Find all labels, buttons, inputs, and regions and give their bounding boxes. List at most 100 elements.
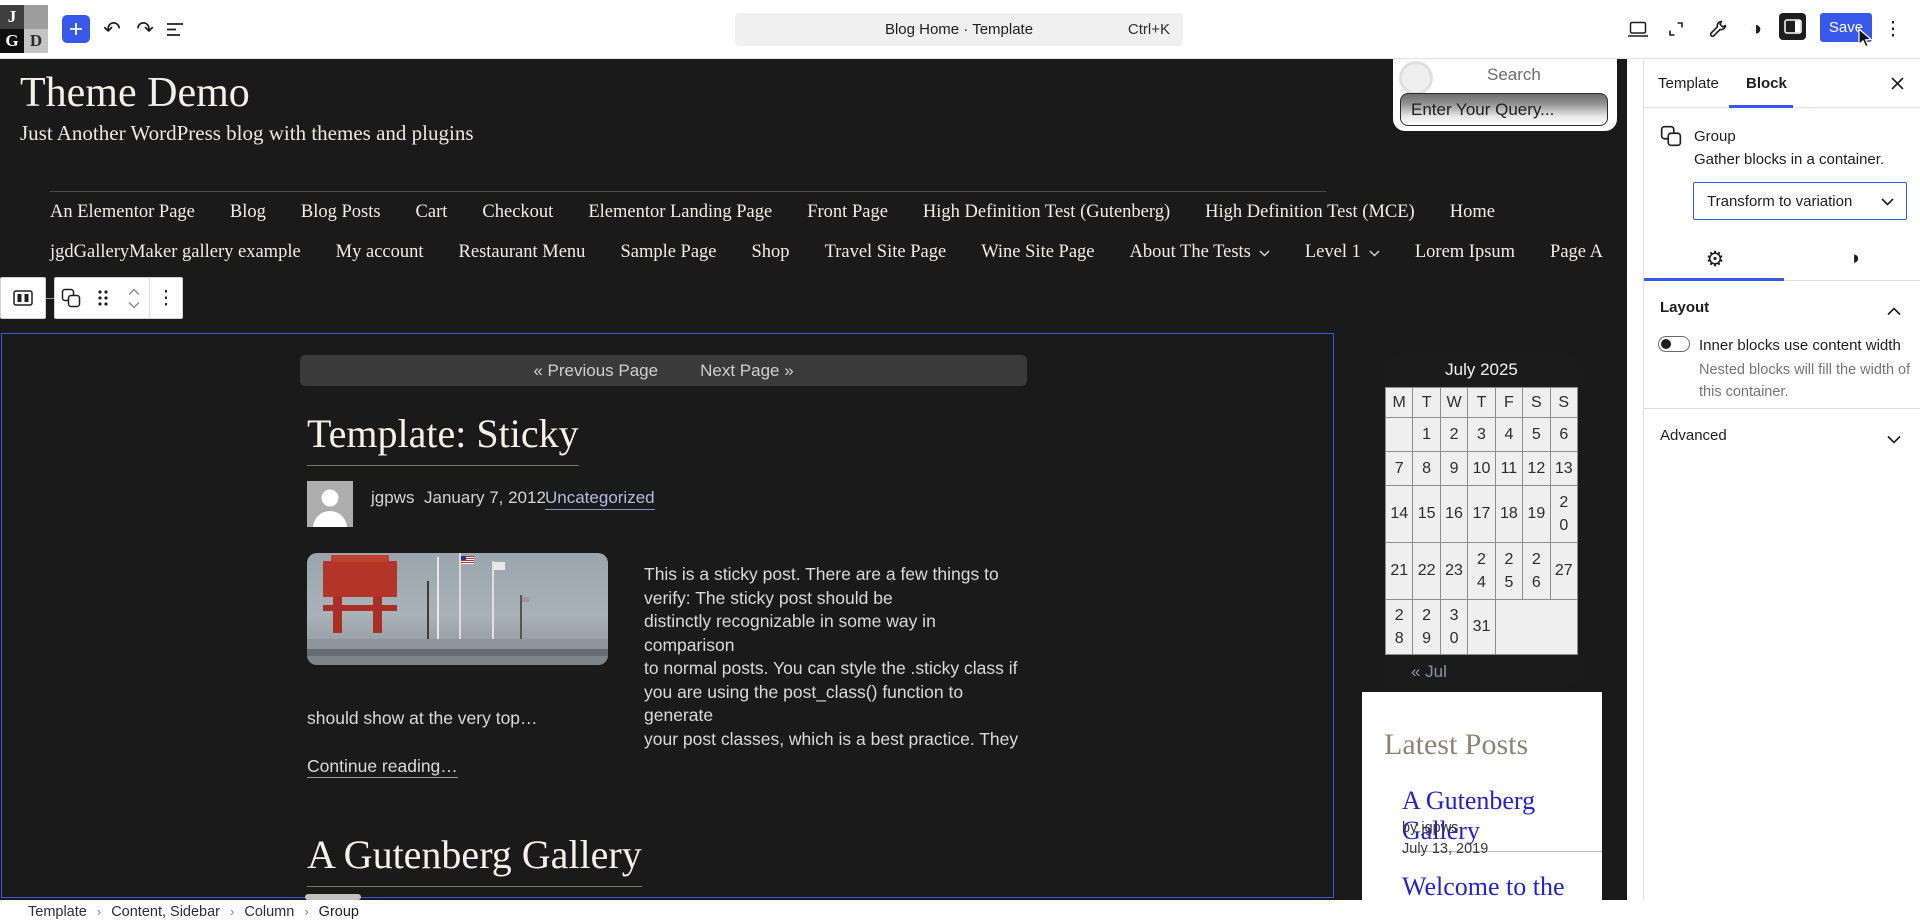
styles-button[interactable]: ◑ <box>1744 17 1768 41</box>
nav-link[interactable]: Lorem Ipsum <box>1415 239 1515 265</box>
nav-link[interactable]: High Definition Test (Gutenberg) <box>923 199 1170 225</box>
nav-link[interactable]: Elementor Landing Page <box>588 199 772 225</box>
content-width-toggle-label[interactable]: Inner blocks use content width <box>1699 337 1901 354</box>
post-category-link[interactable]: Uncategorized <box>545 488 655 510</box>
document-title-button[interactable]: Blog Home · Template Ctrl+K <box>735 13 1183 46</box>
nav-link-with-submenu[interactable]: Level 1 <box>1305 239 1380 265</box>
advanced-section-heading[interactable]: Advanced <box>1660 427 1727 444</box>
nav-link[interactable]: Travel Site Page <box>825 239 947 265</box>
site-icon[interactable]: J G D <box>0 5 48 53</box>
calendar-day[interactable]: 2 9 <box>1413 600 1440 655</box>
undo-button[interactable]: ↶ <box>100 17 124 41</box>
calendar-day[interactable]: 19 <box>1523 486 1550 543</box>
flag-pole <box>427 581 429 645</box>
calendar-day[interactable]: 3 <box>1468 418 1495 452</box>
calendar-day[interactable]: 2 <box>1440 418 1467 452</box>
calendar-day[interactable]: 3 0 <box>1440 600 1467 655</box>
calendar-day[interactable]: 16 <box>1440 486 1467 543</box>
nav-link[interactable]: An Elementor Page <box>50 199 195 225</box>
calendar-day[interactable]: 2 5 <box>1495 543 1522 600</box>
options-menu-button[interactable]: ⋮ <box>1881 17 1905 41</box>
nav-link[interactable]: Home <box>1450 199 1495 225</box>
calendar-day[interactable]: 10 <box>1468 452 1495 486</box>
calendar-day[interactable]: 27 <box>1550 543 1577 600</box>
calendar-day[interactable]: 1 <box>1413 418 1440 452</box>
nav-link[interactable]: Cart <box>416 199 448 225</box>
view-button[interactable] <box>1626 17 1650 41</box>
group-block-type-button[interactable] <box>55 277 87 319</box>
breadcrumb-content-sidebar[interactable]: Content, Sidebar <box>111 904 220 920</box>
nav-link[interactable]: jgdGalleryMaker gallery example <box>50 239 301 265</box>
collapse-layout-button[interactable] <box>1887 303 1901 321</box>
nav-link[interactable]: My account <box>336 239 424 265</box>
calendar-day[interactable]: 8 <box>1413 452 1440 486</box>
nav-link[interactable]: Wine Site Page <box>981 239 1094 265</box>
tab-block[interactable]: Block <box>1746 75 1787 92</box>
calendar-day[interactable]: 2 4 <box>1468 543 1495 600</box>
calendar-day[interactable]: 2 8 <box>1386 600 1413 655</box>
tab-styles[interactable]: ◑ <box>1840 245 1868 273</box>
expand-advanced-button[interactable] <box>1887 431 1901 449</box>
nav-link[interactable]: Front Page <box>807 199 888 225</box>
breadcrumb-column[interactable]: Column <box>244 904 294 920</box>
nav-link-with-submenu[interactable]: About The Tests <box>1130 239 1270 265</box>
second-post-title[interactable]: A Gutenberg Gallery <box>307 831 642 887</box>
calendar-day[interactable]: 5 <box>1523 418 1550 452</box>
site-title[interactable]: Theme Demo <box>20 69 250 117</box>
calendar-day[interactable]: 17 <box>1468 486 1495 543</box>
breadcrumb-template[interactable]: Template <box>28 904 87 920</box>
site-nav-row-1: An Elementor Page Blog Blog Posts Cart C… <box>50 199 1330 225</box>
layout-section-heading[interactable]: Layout <box>1660 299 1709 316</box>
calendar-day[interactable]: 23 <box>1440 543 1467 600</box>
nav-link[interactable]: Checkout <box>482 199 553 225</box>
post-author[interactable]: jgpws <box>371 488 414 508</box>
nav-link[interactable]: Shop <box>752 239 790 265</box>
drag-handle[interactable] <box>87 277 119 319</box>
continue-reading-link[interactable]: Continue reading… <box>307 756 458 778</box>
calendar-day[interactable]: 2 0 <box>1550 486 1577 543</box>
redo-button[interactable]: ↷ <box>133 17 157 41</box>
search-input[interactable] <box>1400 93 1608 126</box>
next-page-link[interactable]: Next Page » <box>700 361 794 381</box>
previous-month-link[interactable]: « Jul <box>1411 662 1447 681</box>
calendar-day[interactable]: 15 <box>1413 486 1440 543</box>
calendar-day[interactable]: 31 <box>1468 600 1495 655</box>
nav-link[interactable]: Blog Posts <box>301 199 381 225</box>
tab-settings[interactable]: ⚙ <box>1701 245 1729 273</box>
nav-link[interactable]: Restaurant Menu <box>459 239 586 265</box>
calendar-day[interactable]: 2 6 <box>1523 543 1550 600</box>
calendar-day[interactable]: 13 <box>1550 452 1577 486</box>
block-inserter-button[interactable] <box>62 15 90 43</box>
calendar-day[interactable]: 14 <box>1386 486 1413 543</box>
zoom-out-button[interactable] <box>1664 17 1688 41</box>
settings-sidebar-toggle[interactable] <box>1779 13 1806 40</box>
calendar-day[interactable]: 22 <box>1413 543 1440 600</box>
latest-posts-widget: Latest Posts A Gutenberg Gallery by jgpw… <box>1362 692 1602 900</box>
latest-post-link[interactable]: Welcome to the <box>1402 872 1565 900</box>
previous-page-link[interactable]: « Previous Page <box>533 361 658 381</box>
calendar-day[interactable]: 12 <box>1523 452 1550 486</box>
calendar-day[interactable]: 18 <box>1495 486 1522 543</box>
calendar-day[interactable]: 6 <box>1550 418 1577 452</box>
save-button[interactable]: Save <box>1820 13 1872 42</box>
select-parent-column-button[interactable] <box>0 277 46 319</box>
tab-template[interactable]: Template <box>1658 75 1719 92</box>
nav-link[interactable]: High Definition Test (MCE) <box>1205 199 1415 225</box>
calendar-day[interactable]: 11 <box>1495 452 1522 486</box>
tools-button[interactable] <box>1706 17 1730 41</box>
calendar-day[interactable]: 9 <box>1440 452 1467 486</box>
close-panel-button[interactable] <box>1890 76 1905 96</box>
calendar-day[interactable]: 21 <box>1386 543 1413 600</box>
transform-to-variation-select[interactable]: Transform to variation <box>1693 182 1907 220</box>
nav-link[interactable]: Blog <box>230 199 266 225</box>
content-width-toggle[interactable] <box>1658 336 1690 352</box>
calendar-day[interactable]: 7 <box>1386 452 1413 486</box>
block-options-button[interactable]: ⋮ <box>150 277 182 319</box>
chevron-down-icon <box>1887 435 1901 444</box>
calendar-day[interactable]: 4 <box>1495 418 1522 452</box>
post-title[interactable]: Template: Sticky <box>307 410 579 466</box>
nav-link[interactable]: Sample Page <box>620 239 716 265</box>
nav-link[interactable]: Page A <box>1550 239 1603 265</box>
block-mover[interactable] <box>119 277 149 319</box>
list-view-button[interactable] <box>163 17 187 41</box>
